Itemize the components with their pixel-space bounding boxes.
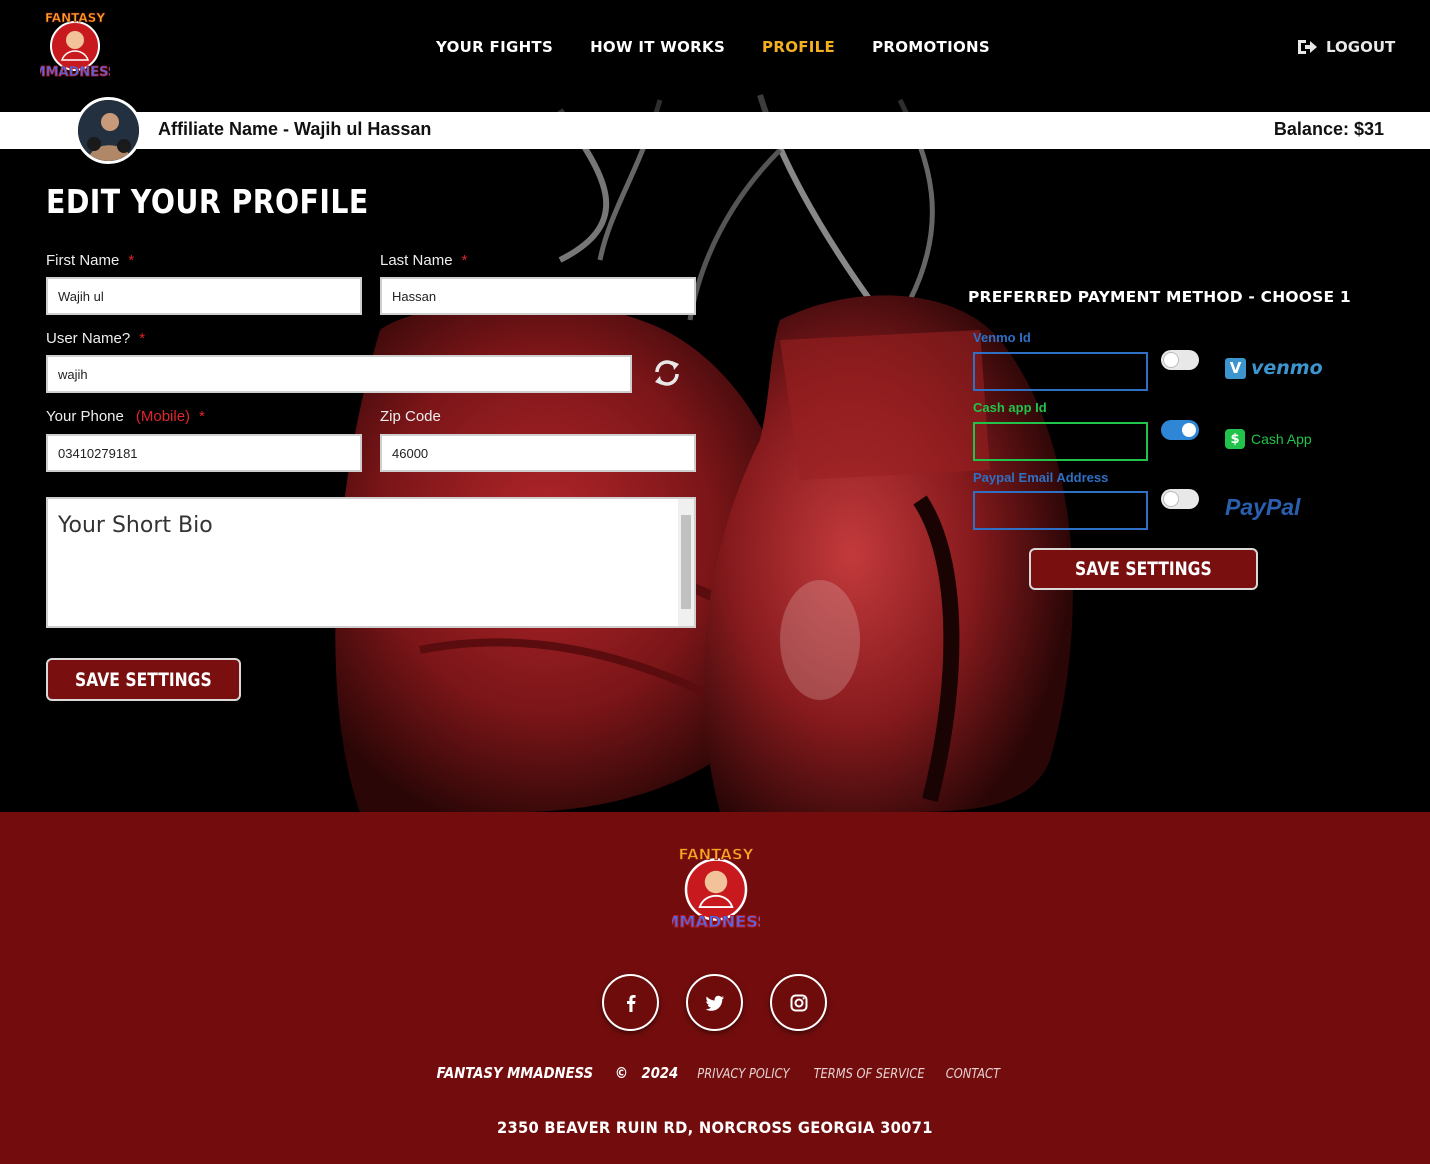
cash-app-toggle[interactable] — [1161, 420, 1199, 440]
paypal-logo: PayPal — [1225, 494, 1301, 520]
cash-app-logo: $ Cash App — [1225, 429, 1312, 449]
logout-button[interactable]: LOGOUT — [1296, 37, 1395, 57]
venmo-logo: V venmo — [1225, 357, 1323, 379]
user-name-label: User Name? * — [46, 330, 146, 347]
nav-promotions[interactable]: PROMOTIONS — [872, 38, 990, 56]
page-title: EDIT YOUR PROFILE — [46, 182, 369, 221]
footer-copyright: © — [615, 1064, 629, 1082]
logout-icon — [1298, 40, 1317, 54]
nav-profile[interactable]: PROFILE — [762, 38, 835, 56]
zip-code-label: Zip Code — [380, 408, 441, 425]
footer-brand: FANTASY MMADNESS — [436, 1064, 594, 1082]
instagram-icon — [790, 994, 807, 1011]
privacy-policy-link[interactable]: PRIVACY POLICY — [697, 1067, 789, 1082]
first-name-label: First Name * — [46, 252, 135, 269]
cash-app-label: Cash app Id — [973, 400, 1047, 415]
cash-app-icon: $ — [1225, 429, 1245, 449]
bio-scrollbar[interactable] — [678, 499, 694, 626]
zip-code-field[interactable] — [380, 434, 696, 472]
first-name-field[interactable] — [46, 277, 362, 315]
footer-links-row: FANTASY MMADNESS © 2024 PRIVACY POLICY T… — [0, 1064, 1430, 1082]
last-name-field[interactable] — [380, 277, 696, 315]
venmo-id-field[interactable] — [973, 352, 1148, 391]
logout-label: LOGOUT — [1326, 38, 1396, 56]
profile-save-button[interactable]: SAVE SETTINGS — [46, 658, 241, 701]
payment-save-button[interactable]: SAVE SETTINGS — [1029, 548, 1258, 590]
cash-app-id-field[interactable] — [973, 422, 1148, 461]
venmo-icon: V — [1225, 357, 1246, 379]
bio-placeholder: Your Short Bio — [58, 513, 213, 538]
main-nav: YOUR FIGHTS HOW IT WORKS PROFILE PROMOTI… — [436, 38, 990, 56]
phone-label: Your Phone (Mobile) * — [46, 408, 205, 425]
phone-field[interactable] — [46, 434, 362, 472]
facebook-button[interactable] — [602, 974, 659, 1031]
paypal-email-field[interactable] — [973, 491, 1148, 530]
last-name-label: Last Name * — [380, 252, 468, 269]
payment-method-title: PREFERRED PAYMENT METHOD - CHOOSE 1 — [968, 288, 1351, 306]
affiliate-name: Affiliate Name - Wajih ul Hassan — [158, 119, 432, 139]
twitter-icon — [705, 995, 724, 1011]
nav-your-fights[interactable]: YOUR FIGHTS — [436, 38, 553, 56]
twitter-button[interactable] — [686, 974, 743, 1031]
venmo-toggle[interactable] — [1161, 350, 1199, 370]
paypal-label: Paypal Email Address — [973, 470, 1109, 485]
footer-address: 2350 BEAVER RUIN RD, NORCROSS GEORGIA 30… — [497, 1118, 933, 1137]
terms-of-service-link[interactable]: TERMS OF SERVICE — [813, 1067, 924, 1082]
facebook-icon — [626, 994, 636, 1012]
svg-text:FANTASY: FANTASY — [678, 846, 754, 864]
user-name-field[interactable] — [46, 355, 632, 393]
paypal-toggle[interactable] — [1161, 489, 1199, 509]
short-bio-textarea[interactable]: Your Short Bio — [46, 497, 696, 628]
svg-text:MMADNESS: MMADNESS — [672, 912, 760, 931]
instagram-button[interactable] — [770, 974, 827, 1031]
footer-logo[interactable]: FANTASY MMADNESS — [663, 842, 770, 932]
svg-text:MMADNESS: MMADNESS — [40, 65, 110, 80]
top-navigation-bar: FANTASY MMADNESS YOUR FIGHTS HOW IT WORK… — [0, 0, 1430, 112]
svg-text:FANTASY: FANTASY — [45, 11, 105, 25]
footer-year: 2024 — [641, 1064, 679, 1082]
contact-link[interactable]: CONTACT — [946, 1067, 1000, 1082]
venmo-label: Venmo Id — [973, 330, 1031, 345]
avatar[interactable] — [75, 97, 142, 164]
balance: Balance: $31 — [1273, 119, 1384, 139]
fantasy-mmadness-logo[interactable]: FANTASY MMADNESS — [32, 8, 117, 81]
nav-how-it-works[interactable]: HOW IT WORKS — [590, 38, 725, 56]
refresh-icon[interactable] — [652, 359, 682, 387]
